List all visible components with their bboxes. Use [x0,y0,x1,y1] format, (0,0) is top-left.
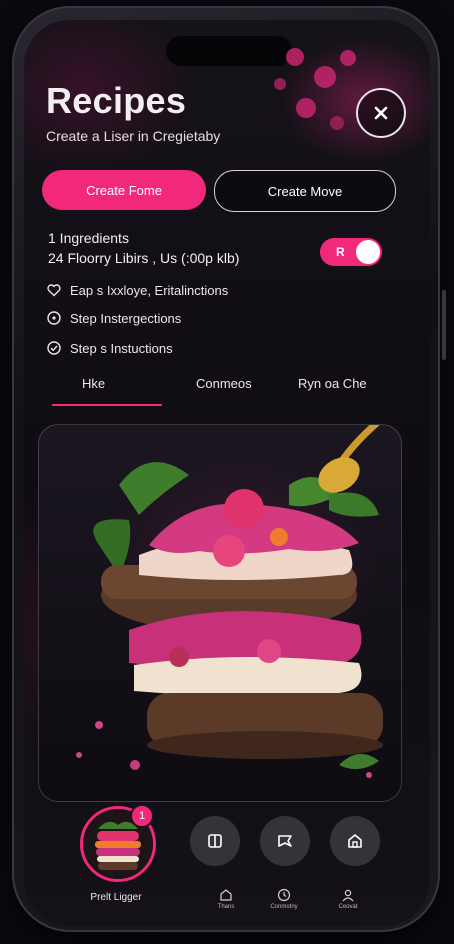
tab-hke[interactable]: Hke [82,376,105,391]
decor-flower [296,98,316,118]
toggle-label: R [336,245,345,259]
nav-item-thans[interactable]: Thans [206,888,246,910]
option-toggle[interactable]: R [320,238,382,266]
decor-flower [314,66,336,88]
burger-illustration [76,425,383,778]
step-item[interactable]: Step Instergections [46,310,181,326]
phone-side-button [442,290,446,360]
step-text: Step s Instuctions [70,340,173,356]
circle-icon [46,310,62,326]
heart-icon [46,282,62,298]
book-icon [208,834,222,848]
tab-bar: Hke Conmeos Ryn oa Che [38,376,388,406]
book-button[interactable] [190,816,240,866]
nav-item-ceovat[interactable]: Ceovat [328,888,368,910]
app-screen: Recipes Create a Liser in Cregietaby Cre… [24,20,430,926]
nav-item-conmotny[interactable]: Conmotny [264,888,304,910]
recipe-photo [38,424,402,802]
decor-flower [286,48,304,66]
page-title: Recipes [46,80,187,121]
nav-label: Conmotny [270,904,298,910]
nav-label: Ceovat [338,904,358,910]
notification-badge: 1 [130,804,154,828]
toggle-knob [356,240,380,264]
bookmark-button[interactable] [260,816,310,866]
step-text: Step Instergections [70,310,182,326]
nav-label: Thans [217,904,235,910]
tab-ryn-oa-che[interactable]: Ryn oa Che [298,376,367,391]
decor-flower [340,50,356,66]
dish-label: Prelt Ligger [90,892,142,903]
clock-icon [277,888,291,902]
step-item[interactable]: Step s Instuctions [46,340,173,356]
decor-flower [274,78,286,90]
bottom-bar: 1 Prelt Ligger Thans Conmotny Ceovat [24,800,430,926]
decor-flower [330,116,344,130]
user-icon [342,889,354,902]
page-subtitle: Create a Liser in Cregietaby [46,128,221,144]
close-icon [374,106,388,120]
home-button[interactable] [330,816,380,866]
ingredients-count: 1 Ingredients [48,230,129,246]
tab-conmeos[interactable]: Conmeos [196,376,252,391]
serving-info: 24 Floorry Libirs , Us (:00p klb) [48,250,240,266]
create-fome-button[interactable]: Create Fome [42,170,206,210]
create-move-button[interactable]: Create Move [214,170,396,212]
house-icon [348,834,362,848]
dynamic-island [166,36,292,66]
step-text: Eap s Ixxloye, Eritalinctions [70,282,229,298]
active-tab-indicator [52,404,162,406]
home-icon [220,889,232,901]
bookmark-icon [278,835,292,847]
step-item[interactable]: Eap s Ixxloye, Eritalinctions [46,282,228,298]
check-circle-icon [46,340,62,356]
close-button[interactable] [356,88,406,138]
